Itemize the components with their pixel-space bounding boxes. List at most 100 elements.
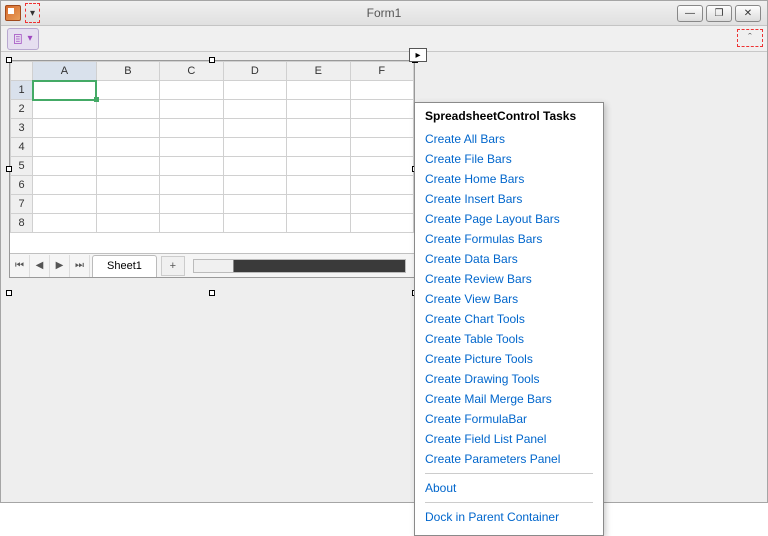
qat-dropdown-icon[interactable]: ▾ [30,8,35,19]
task-link[interactable]: Create Home Bars [425,169,593,189]
task-link[interactable]: About [425,478,593,498]
cell[interactable] [160,81,223,100]
cell[interactable] [223,81,286,100]
cell[interactable] [287,100,350,119]
cell[interactable] [96,214,159,233]
nav-last-button[interactable]: ⏭ [70,255,90,277]
nav-next-button[interactable]: ▶ [50,255,70,277]
cell[interactable] [350,214,414,233]
col-header[interactable]: A [33,62,96,81]
cell[interactable] [223,157,286,176]
spreadsheet-control[interactable]: A B C D E F 1 2 3 4 5 6 7 [9,60,415,278]
resize-handle[interactable] [6,290,12,296]
cell[interactable] [350,138,414,157]
minimize-button[interactable]: — [677,5,703,22]
cell[interactable] [33,214,96,233]
row-header[interactable]: 8 [11,214,33,233]
cell[interactable] [96,119,159,138]
task-link[interactable]: Create FormulaBar [425,409,593,429]
cell[interactable] [287,214,350,233]
task-link[interactable]: Create Review Bars [425,269,593,289]
cell[interactable] [223,119,286,138]
resize-handle[interactable] [6,166,12,172]
cell[interactable] [160,138,223,157]
cell[interactable] [96,138,159,157]
cell[interactable] [287,176,350,195]
scrollbar-thumb[interactable] [194,260,234,272]
cell[interactable] [223,214,286,233]
cell[interactable] [33,157,96,176]
cell[interactable] [33,195,96,214]
col-header[interactable]: F [350,62,414,81]
task-link[interactable]: Create Insert Bars [425,189,593,209]
nav-first-button[interactable]: ⏮ [10,255,30,277]
col-header[interactable]: D [223,62,286,81]
cell[interactable] [350,100,414,119]
task-link[interactable]: Create Mail Merge Bars [425,389,593,409]
cell[interactable] [223,195,286,214]
row-header[interactable]: 5 [11,157,33,176]
cell[interactable] [287,157,350,176]
sheet-tab[interactable]: Sheet1 [92,255,157,277]
close-button[interactable]: ✕ [735,5,761,22]
task-link[interactable]: Create Drawing Tools [425,369,593,389]
select-all-corner[interactable] [11,62,33,81]
resize-handle[interactable] [6,57,12,63]
cell[interactable] [160,176,223,195]
resize-handle[interactable] [209,290,215,296]
cell[interactable] [33,119,96,138]
row-header[interactable]: 3 [11,119,33,138]
row-header[interactable]: 2 [11,100,33,119]
cell[interactable] [160,100,223,119]
cell[interactable] [160,195,223,214]
file-tab[interactable]: ▾ [7,28,39,50]
cell[interactable] [160,119,223,138]
cell[interactable] [287,81,350,100]
cell[interactable] [33,176,96,195]
col-header[interactable]: C [160,62,223,81]
cell[interactable] [33,81,96,100]
row-header[interactable]: 7 [11,195,33,214]
maximize-button[interactable]: ❐ [706,5,732,22]
designer-surface[interactable]: ▸ A B C D E F 1 2 [1,52,767,502]
cell[interactable] [350,119,414,138]
cell[interactable] [33,138,96,157]
cell[interactable] [96,100,159,119]
cell[interactable] [223,100,286,119]
cell[interactable] [350,176,414,195]
row-header[interactable]: 4 [11,138,33,157]
cell[interactable] [223,176,286,195]
cell[interactable] [350,195,414,214]
task-link[interactable]: Create Formulas Bars [425,229,593,249]
cell[interactable] [287,138,350,157]
task-link[interactable]: Create Page Layout Bars [425,209,593,229]
cell[interactable] [33,100,96,119]
grid-area[interactable]: A B C D E F 1 2 3 4 5 6 7 [10,61,414,253]
cell[interactable] [350,81,414,100]
task-link[interactable]: Create File Bars [425,149,593,169]
chevron-up-icon[interactable]: ˆ [748,32,752,44]
cell[interactable] [160,214,223,233]
col-header[interactable]: E [287,62,350,81]
smart-tag-button[interactable]: ▸ [409,48,427,62]
nav-prev-button[interactable]: ◀ [30,255,50,277]
cell[interactable] [287,119,350,138]
cell[interactable] [96,195,159,214]
col-header[interactable]: B [96,62,159,81]
task-link[interactable]: Create Parameters Panel [425,449,593,469]
task-link[interactable]: Create Chart Tools [425,309,593,329]
horizontal-scrollbar[interactable] [193,259,406,273]
task-link[interactable]: Create Field List Panel [425,429,593,449]
add-sheet-button[interactable]: + [161,256,185,276]
task-link[interactable]: Create Data Bars [425,249,593,269]
row-header[interactable]: 1 [11,81,33,100]
task-link[interactable]: Dock in Parent Container [425,507,593,527]
spreadsheet-control-selection[interactable]: ▸ A B C D E F 1 2 [9,60,415,278]
task-link[interactable]: Create All Bars [425,129,593,149]
row-header[interactable]: 6 [11,176,33,195]
cell[interactable] [96,176,159,195]
cell[interactable] [96,157,159,176]
resize-handle[interactable] [209,57,215,63]
cell[interactable] [287,195,350,214]
task-link[interactable]: Create Table Tools [425,329,593,349]
